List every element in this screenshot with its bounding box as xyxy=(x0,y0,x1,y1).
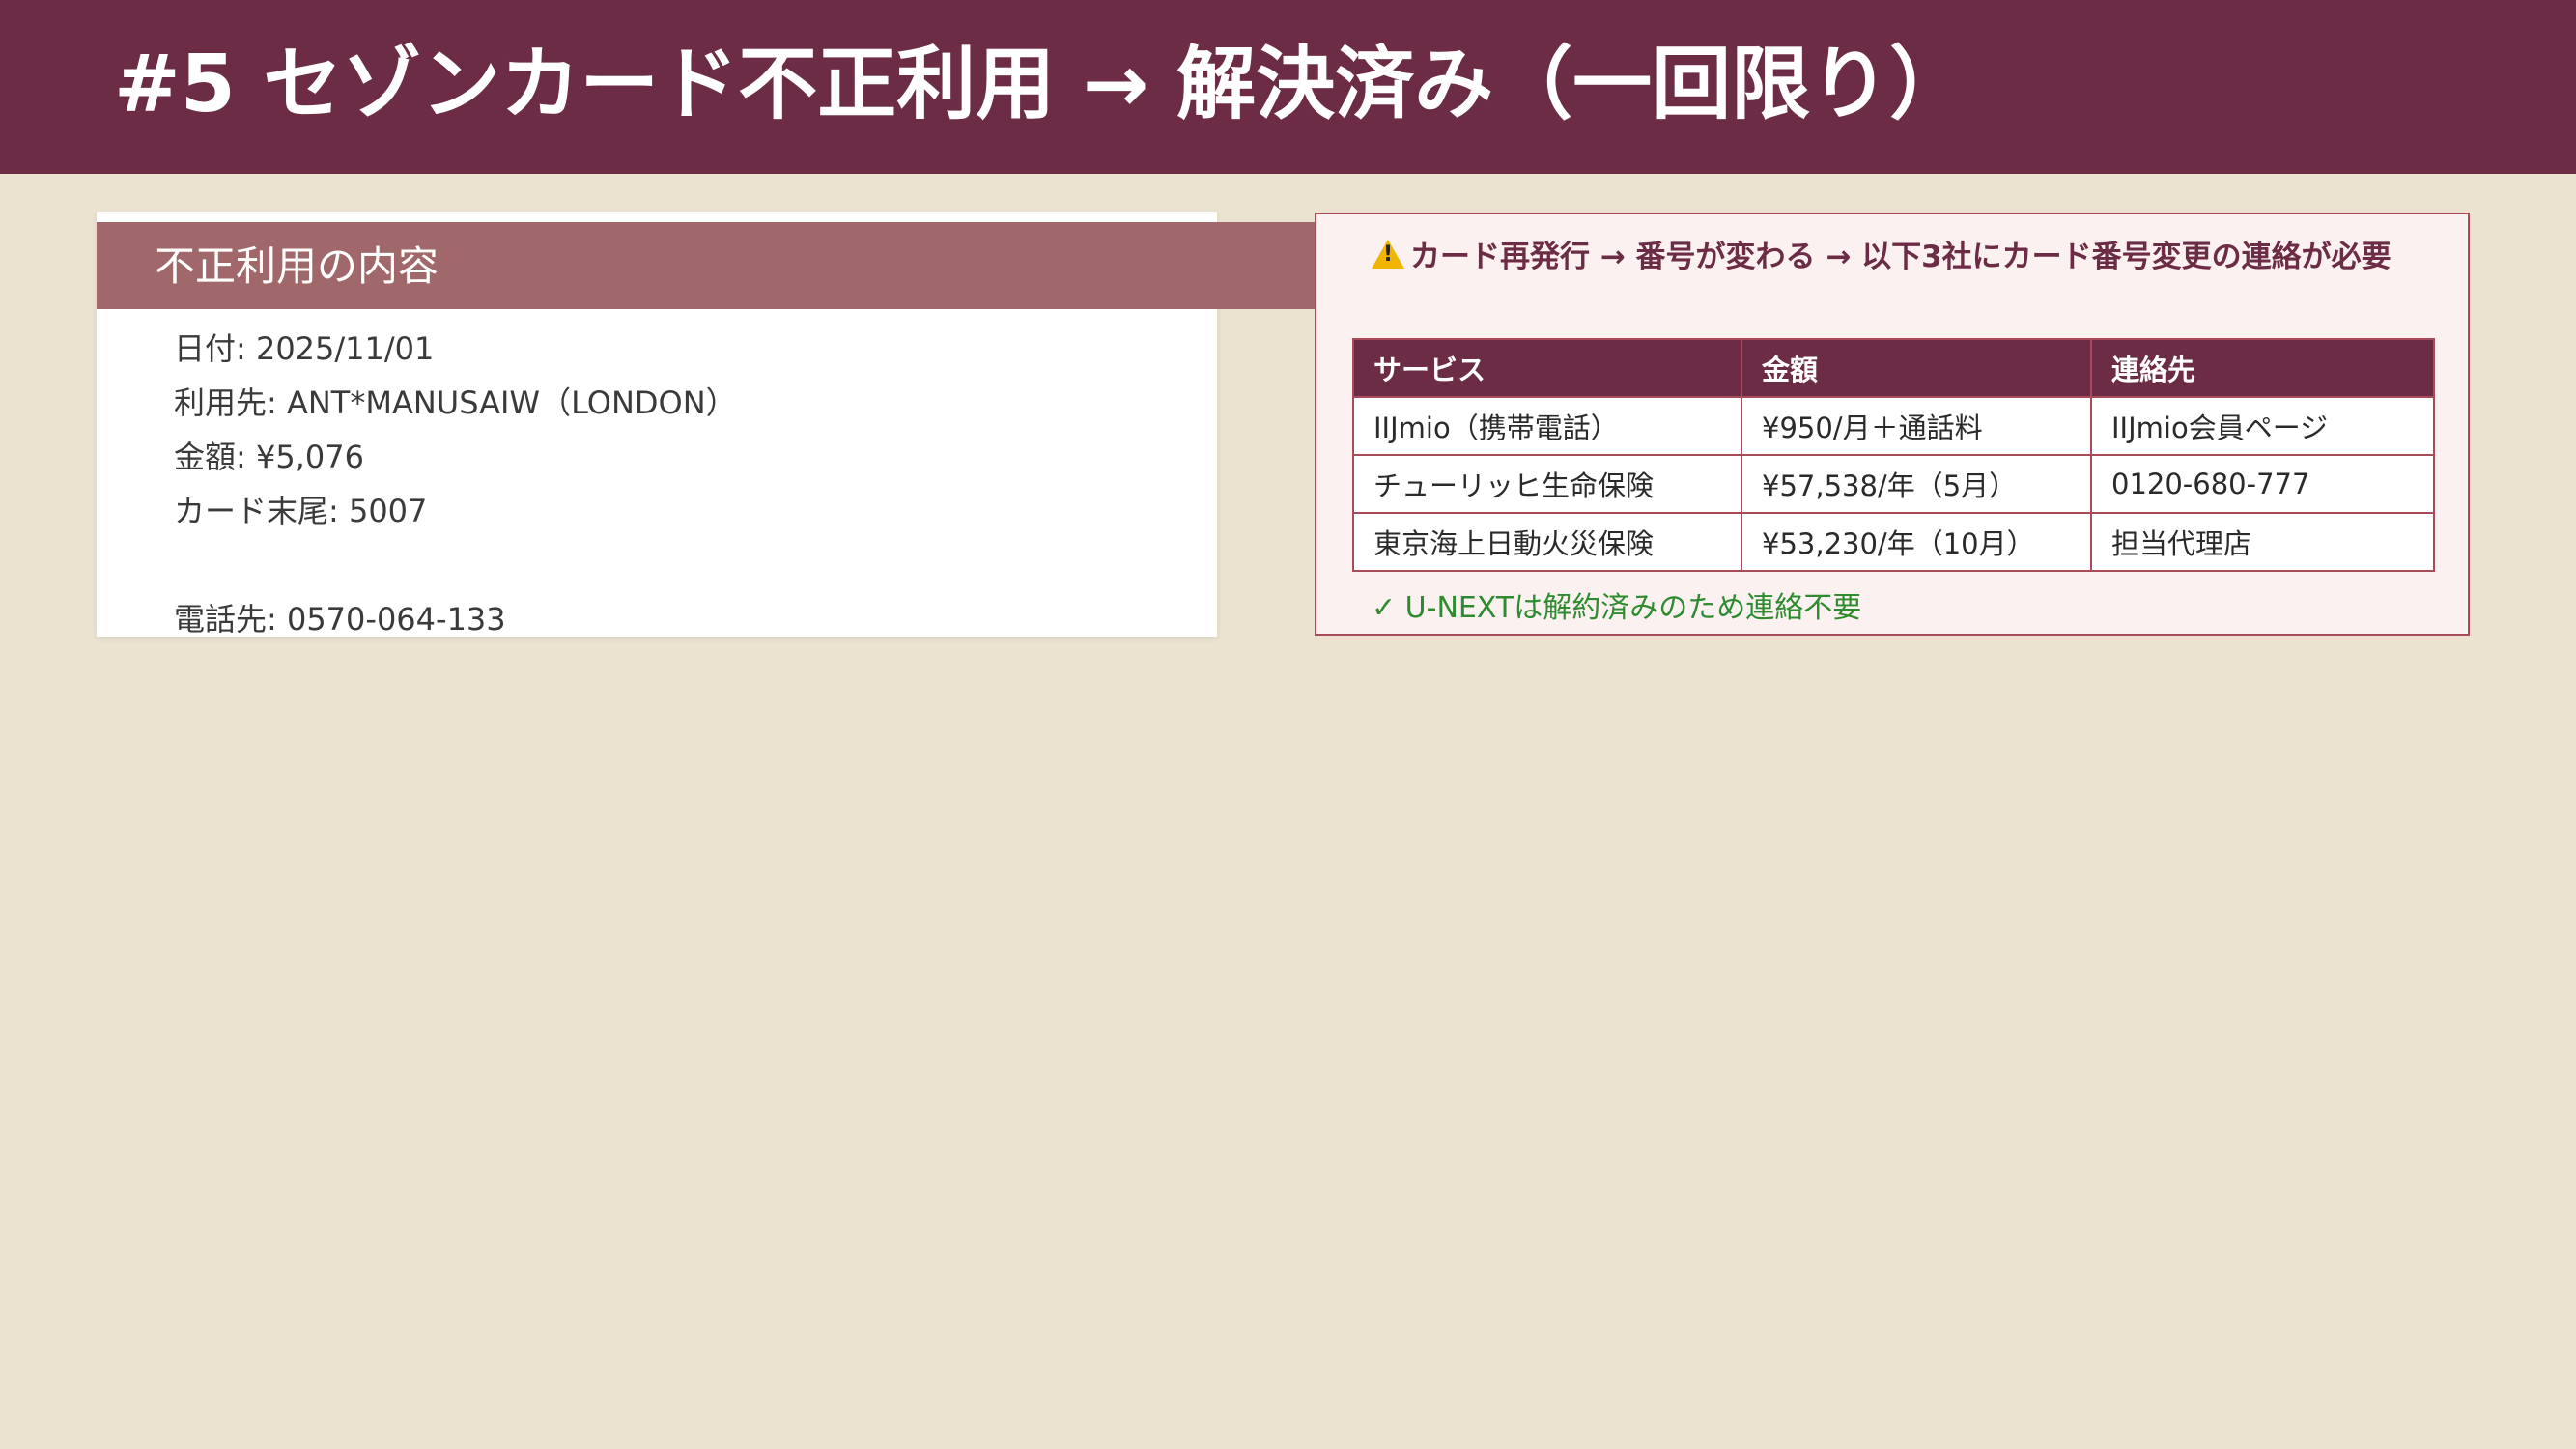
table-header-row: サービス 金額 連絡先 xyxy=(1352,338,2435,398)
cell-service: IIJmio（携帯電話） xyxy=(1352,396,1742,456)
reissue-warning-text: カード再発行 → 番号が変わる → 以下3社にカード番号変更の連絡が必要 xyxy=(1410,240,2392,274)
reissue-warning: カード再発行 → 番号が変わる → 以下3社にカード番号変更の連絡が必要 xyxy=(1372,238,2415,277)
unext-note: ✓ U-NEXTは解約済みのため連絡不要 xyxy=(1372,591,1862,625)
services-table: サービス 金額 連絡先 IIJmio（携帯電話） ¥950/月＋通話料 IIJm… xyxy=(1352,338,2435,572)
cell-contact: IIJmio会員ページ xyxy=(2090,396,2435,456)
header-amount: 金額 xyxy=(1741,338,2092,398)
table-row: 東京海上日動火災保険 ¥53,230/年（10月） 担当代理店 xyxy=(1352,512,2435,572)
cell-amount: ¥57,538/年（5月） xyxy=(1741,454,2092,514)
cell-amount: ¥53,230/年（10月） xyxy=(1741,512,2092,572)
detail-date: 日付: 2025/11/01 xyxy=(174,330,435,367)
cell-contact: 担当代理店 xyxy=(2090,512,2435,572)
table-row: IIJmio（携帯電話） ¥950/月＋通話料 IIJmio会員ページ xyxy=(1352,396,2435,456)
cell-service: チューリッヒ生命保険 xyxy=(1352,454,1742,514)
detail-spacer xyxy=(174,538,737,592)
incident-details: 日付: 2025/11/01 利用先: ANT*MANUSAIW（LONDON）… xyxy=(174,322,737,646)
cell-service: 東京海上日動火災保険 xyxy=(1352,512,1742,572)
detail-amount: 金額: ¥5,076 xyxy=(174,439,364,475)
cell-amount: ¥950/月＋通話料 xyxy=(1741,396,2092,456)
page-title: #5 セゾンカード不正利用 → 解決済み（一回限り） xyxy=(114,39,1969,130)
header-service: サービス xyxy=(1352,338,1742,398)
table-row: チューリッヒ生命保険 ¥57,538/年（5月） 0120-680-777 xyxy=(1352,454,2435,514)
warning-icon xyxy=(1372,240,1404,269)
header-contact: 連絡先 xyxy=(2090,338,2435,398)
cell-contact: 0120-680-777 xyxy=(2090,454,2435,514)
detail-phone: 電話先: 0570-064-133 xyxy=(174,601,506,638)
detail-merchant: 利用先: ANT*MANUSAIW（LONDON） xyxy=(174,384,737,421)
detail-card-last-digits: カード末尾: 5007 xyxy=(174,493,428,529)
incident-card-title: 不正利用の内容 xyxy=(155,242,439,290)
